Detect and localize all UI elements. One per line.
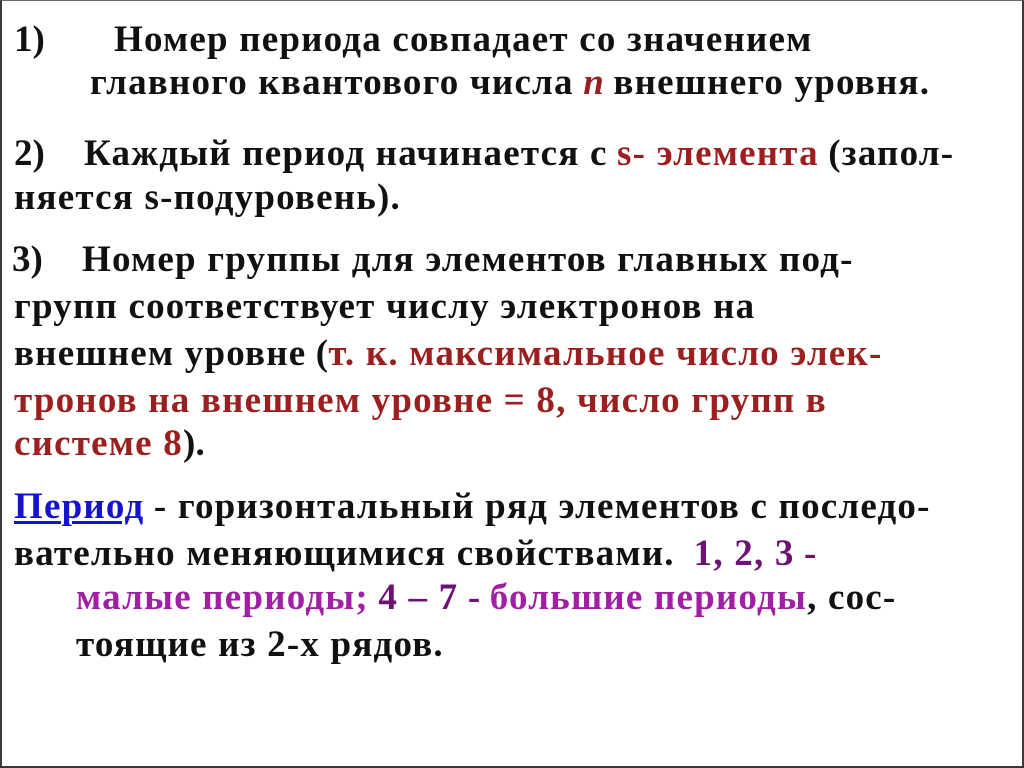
small-periods-label: малые периоды;	[76, 577, 369, 618]
definition-line1-rest: - горизонтальный ряд элементов с последо…	[153, 486, 931, 527]
definition-line3-tail: , сос-	[807, 577, 897, 618]
item1-line2-part2: внешнего уровня.	[613, 62, 931, 103]
item1-line2: главного квантового числа n внешнего уро…	[90, 64, 930, 101]
item2-line2: няется s-подуровень).	[14, 177, 401, 218]
item2-line1: Каждый период начинается с s- элемента (…	[84, 135, 954, 172]
close-paren-period: ).	[182, 423, 205, 464]
large-periods-label: большие периоды	[489, 577, 808, 618]
list-marker-2: 2)	[14, 133, 45, 174]
list-marker-1: 1)	[14, 19, 45, 60]
definition-line2-dash: -	[804, 533, 817, 574]
definition-line3: малые периоды; 4 – 7 - большие периоды, …	[76, 579, 896, 616]
item3-line3-part1: внешнем уровне	[14, 333, 307, 374]
item1-line1: Номер периода совпадает со значением	[114, 19, 813, 60]
definition-line4: тоящие из 2-х рядов.	[76, 624, 444, 665]
item3-line4-note: тронов на внешнем уровне = 8, число груп…	[14, 380, 827, 421]
item3-line3-note: т. к. максимальное число элек-	[328, 333, 883, 374]
definition-line2-part1: вательно меняющимися свойствами.	[14, 533, 675, 574]
small-periods-numbers: 1, 2, 3	[693, 533, 795, 574]
item1-line2-part1: главного квантового числа	[90, 62, 574, 103]
item3-line5-note: системе 8	[14, 423, 183, 464]
definition-line2: вательно меняющимися свойствами. 1, 2, 3…	[14, 535, 817, 572]
large-periods-numbers: 4 – 7	[378, 577, 459, 618]
period-term-link[interactable]: Период	[14, 486, 144, 527]
list-marker-3: 3)	[12, 239, 43, 280]
s-element-highlight: s- элемента	[617, 133, 819, 174]
slide-canvas: 1) Номер периода совпадает со значением …	[0, 0, 1024, 768]
item3-line5: системе 8).	[14, 425, 205, 462]
item3-line3: внешнем уровне (т. к. максимальное число…	[14, 335, 882, 372]
quantum-number-n: n	[583, 62, 604, 103]
definition-line3-dash: -	[467, 577, 481, 618]
item2-line1-part1: Каждый период начинается с	[84, 133, 608, 174]
definition-line1: Период - горизонтальный ряд элементов с …	[14, 488, 931, 525]
item3-line2: групп соответствует числу электронов на	[14, 286, 756, 327]
open-paren: (	[315, 333, 329, 374]
item2-line1-part2: (запол-	[828, 133, 955, 174]
item3-line1: Номер группы для элементов главных под-	[82, 239, 854, 280]
